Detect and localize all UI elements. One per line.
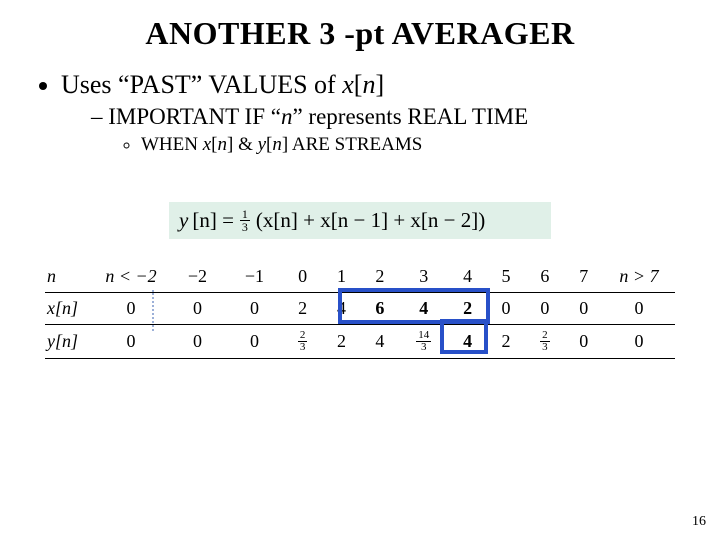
bullet-1: Uses “PAST” VALUES of x[n] IMPORTANT IF … [61, 70, 685, 156]
y-c3: 0 [226, 325, 283, 359]
y-c11: 0 [565, 325, 604, 359]
n-c3: −1 [226, 261, 283, 293]
n-c10: 6 [525, 261, 564, 293]
table-row-x: x[n] 0 0 0 2 4 6 4 2 0 0 0 0 [45, 293, 675, 325]
y-c1: 0 [93, 325, 169, 359]
formula-lhs-br: [n] = [192, 208, 234, 233]
bullet-3: WHEN x[n] & y[n] ARE STREAMS [141, 134, 685, 156]
b3-y: y [258, 134, 266, 155]
formula-y: y [179, 208, 188, 233]
b2-n: n [281, 104, 293, 129]
n-c6: 2 [361, 261, 399, 293]
frac-den: 3 [240, 221, 250, 233]
x-c8: 2 [448, 293, 486, 325]
y-c2: 0 [169, 325, 226, 359]
bullet-2: IMPORTANT IF “n” represents REAL TIME [91, 104, 685, 130]
n-c5: 1 [322, 261, 360, 293]
y-c9: 2 [487, 325, 525, 359]
x-c7: 4 [399, 293, 448, 325]
x-c10: 0 [525, 293, 564, 325]
x-c4: 2 [283, 293, 322, 325]
slide-title: ANOTHER 3 -pt AVERAGER [35, 15, 685, 52]
data-table: n n < −2 −2 −1 0 1 2 3 4 5 6 7 n > 7 x[n… [45, 261, 675, 359]
b1-n: n [362, 70, 375, 99]
x-label: x[n] [45, 293, 93, 325]
y-c12: 0 [603, 325, 675, 359]
n-label: n [45, 261, 93, 293]
n-c12: n > 7 [603, 261, 675, 293]
x-c1: 0 [93, 293, 169, 325]
y-c8: 4 [448, 325, 486, 359]
b3-a: WHEN [141, 134, 203, 155]
x-c3: 0 [226, 293, 283, 325]
y-c6: 4 [361, 325, 399, 359]
y-c5: 2 [322, 325, 360, 359]
b3-n1: n [218, 134, 228, 155]
dotted-divider [152, 290, 154, 331]
b1-br2: ] [375, 70, 384, 99]
n-c9: 5 [487, 261, 525, 293]
formula: y[n] = 1 3 (x[n] + x[n − 1] + x[n − 2]) [169, 202, 551, 239]
x-c2: 0 [169, 293, 226, 325]
b3-e: ] & [227, 134, 258, 155]
b1-x: x [342, 70, 354, 99]
n-c1: n < −2 [93, 261, 169, 293]
y-c10: 23 [525, 325, 564, 359]
y-c4: 23 [283, 325, 322, 359]
x-c6: 6 [361, 293, 399, 325]
table-row-n: n n < −2 −2 −1 0 1 2 3 4 5 6 7 n > 7 [45, 261, 675, 293]
data-table-wrap: n n < −2 −2 −1 0 1 2 3 4 5 6 7 n > 7 x[n… [45, 261, 675, 359]
b2-c: ” represents REAL TIME [292, 104, 528, 129]
x-c5: 4 [322, 293, 360, 325]
formula-rhs: (x[n] + x[n − 1] + x[n − 2]) [256, 208, 485, 233]
b3-x: x [203, 134, 211, 155]
n-c7: 3 [399, 261, 448, 293]
n-c11: 7 [565, 261, 604, 293]
page-number: 16 [692, 514, 706, 530]
b3-n2: n [272, 134, 282, 155]
n-c2: −2 [169, 261, 226, 293]
n-c8: 4 [448, 261, 486, 293]
x-c9: 0 [487, 293, 525, 325]
bullet-list: Uses “PAST” VALUES of x[n] IMPORTANT IF … [43, 70, 685, 156]
y-label: y[n] [45, 325, 93, 359]
y-c7: 143 [399, 325, 448, 359]
n-c4: 0 [283, 261, 322, 293]
table-row-y: y[n] 0 0 0 23 2 4 143 4 2 23 0 0 [45, 325, 675, 359]
b1-text: Uses “PAST” VALUES of [61, 70, 342, 99]
b2-a: IMPORTANT IF “ [108, 104, 281, 129]
formula-frac: 1 3 [240, 208, 250, 233]
b3-i: ] ARE STREAMS [282, 134, 422, 155]
x-c11: 0 [565, 293, 604, 325]
x-c12: 0 [603, 293, 675, 325]
